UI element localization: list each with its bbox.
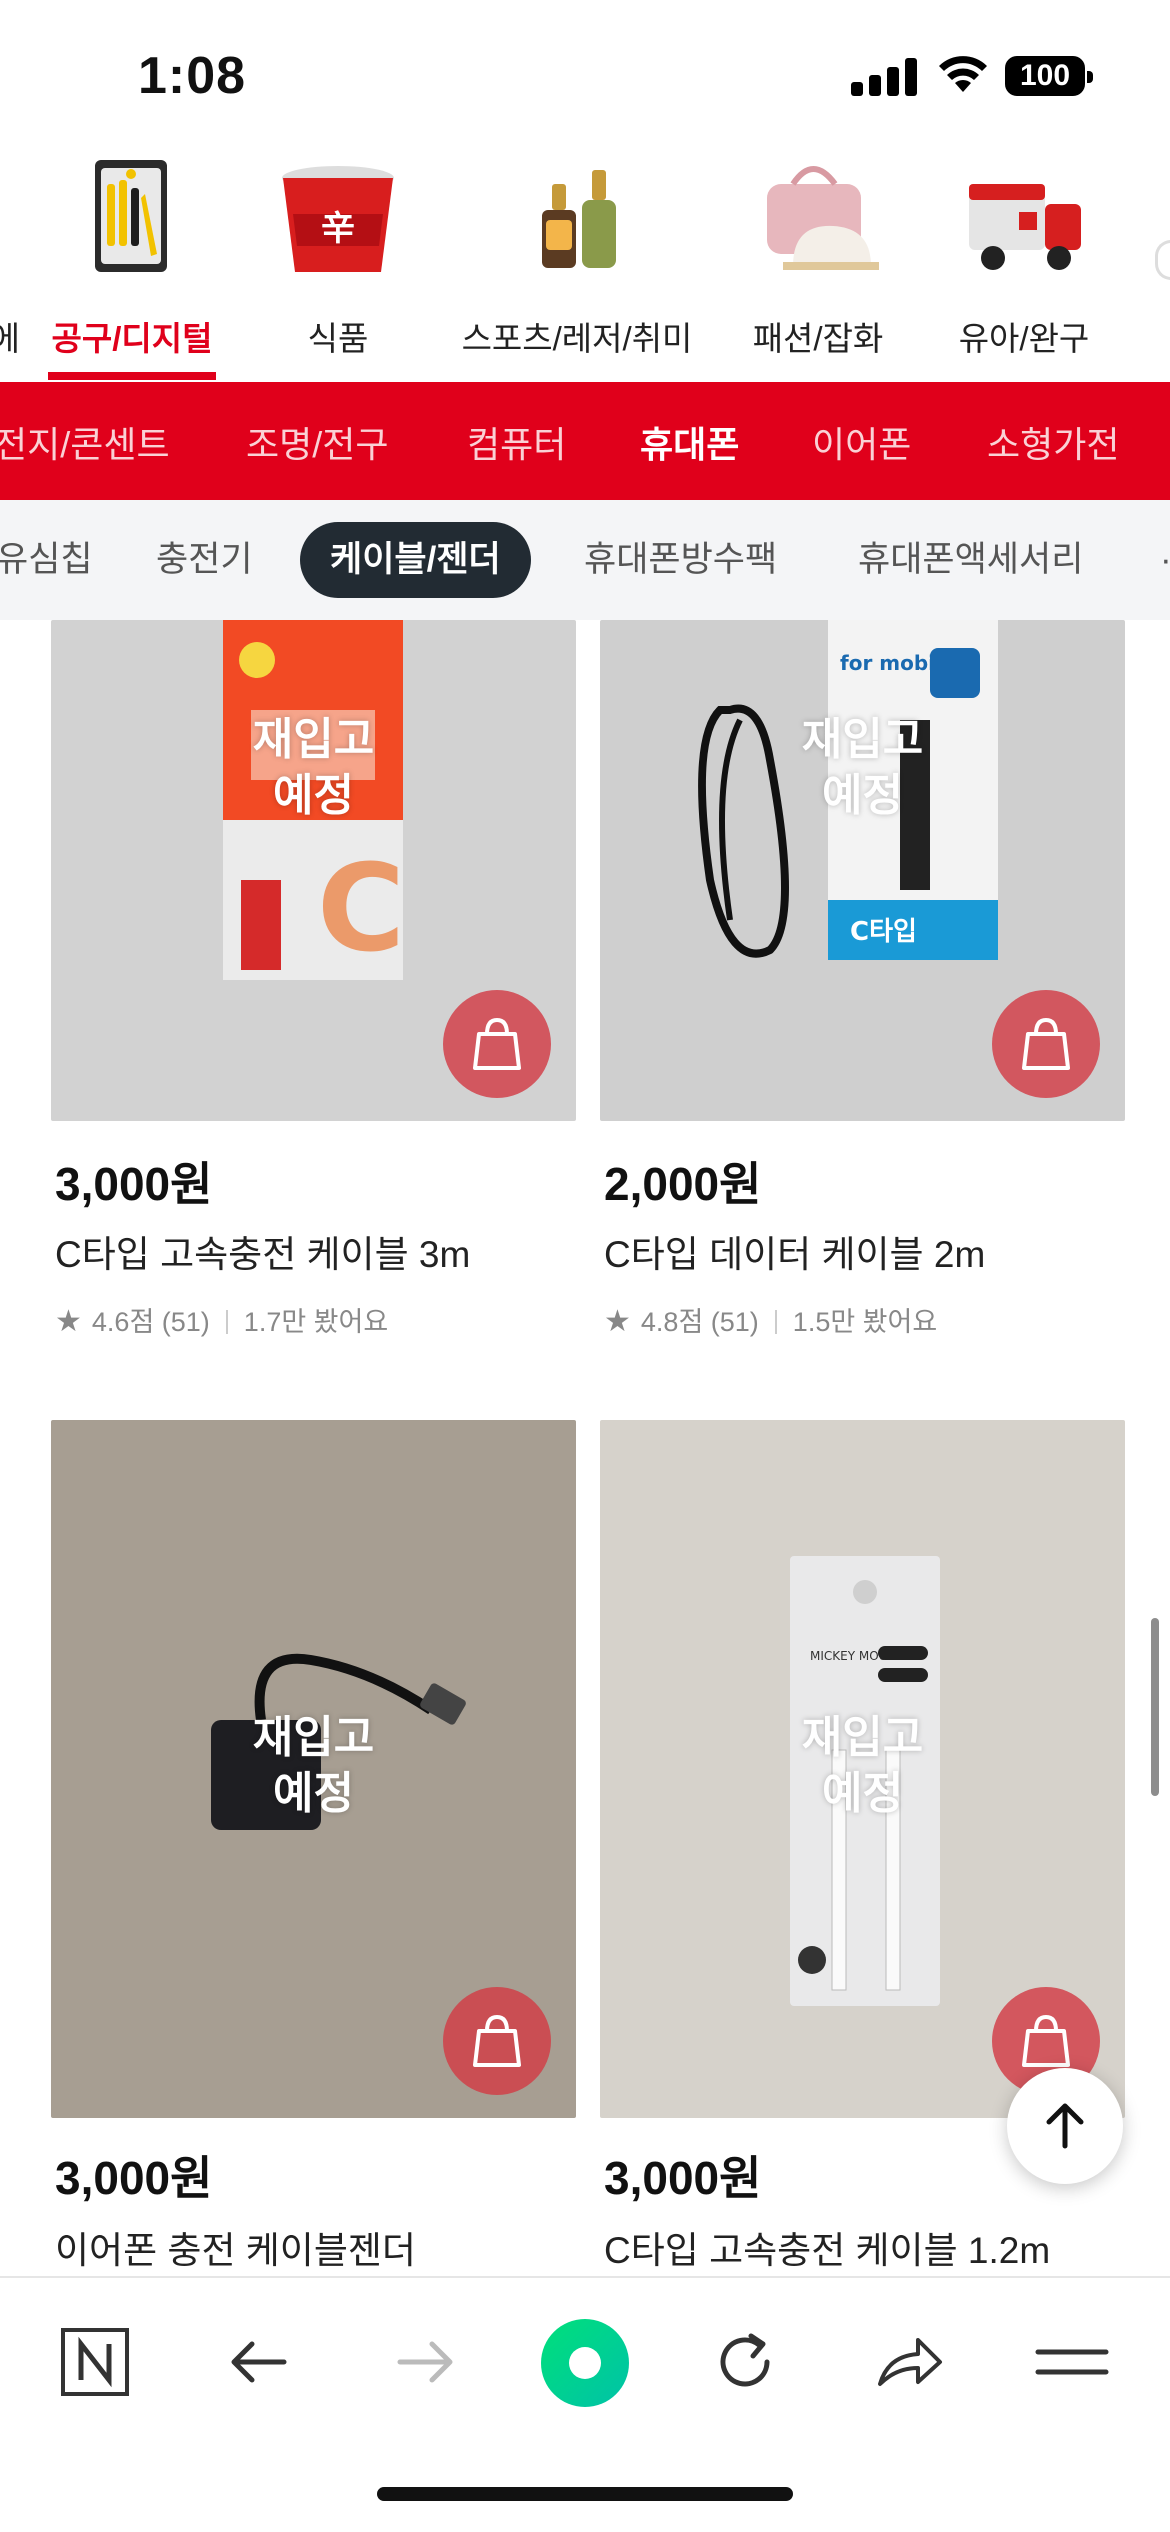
star-icon: ★ — [604, 1305, 631, 1338]
cellular-signal-icon — [851, 58, 917, 96]
filter-chip-row: 유심칩 충전기 케이블/젠더 휴대폰방수팩 휴대폰액세서리 · — [0, 500, 1170, 620]
product-price: 3,000원 — [55, 2152, 213, 2204]
shopping-bag-icon — [473, 1017, 521, 1070]
menu-icon[interactable] — [1032, 2322, 1112, 2402]
ramen-icon: 辛 — [282, 166, 394, 272]
chip-waterproof-pouch[interactable]: 휴대폰방수팩 — [584, 522, 777, 598]
restock-label: 재입고 예정 — [252, 1713, 375, 1818]
svg-text:C: C — [317, 840, 405, 979]
share-icon[interactable] — [868, 2322, 948, 2402]
category-row: 에 공구/디지털 辛 식품 스포츠/레저/취미 패션/잡화 유아/완구 — [0, 150, 1170, 382]
product-meta: ★ 4.6점 (51) 1.7만 봤어요 — [55, 1300, 388, 1339]
camping-lantern-icon — [542, 170, 616, 268]
category-label: 유아/완구 — [958, 320, 1090, 357]
back-arrow-icon[interactable] — [220, 2322, 300, 2402]
tab-computer[interactable]: 컴퓨터 — [467, 416, 566, 468]
restock-label: 재입고 예정 — [801, 1713, 924, 1818]
category-label: 식품 — [307, 320, 369, 357]
toy-truck-icon — [969, 184, 1081, 270]
product-price: 2,000원 — [604, 1158, 762, 1210]
product-image[interactable]: MICKEY MOUSE 재입고 예정 — [600, 1420, 1125, 2118]
category-item-food[interactable]: 辛 식품 — [268, 150, 408, 382]
product-rating: 4.6점 (51) — [91, 1307, 210, 1337]
product-name[interactable]: C타입 고속충전 케이블 3m — [55, 1224, 470, 1278]
category-label: 에 — [0, 320, 20, 357]
next-category-icon — [1155, 240, 1170, 280]
product-image[interactable]: for mobile C타입 재입고 예정 — [600, 620, 1125, 1121]
divider — [774, 1310, 777, 1334]
category-item-sports-leisure[interactable]: 스포츠/레저/취미 — [452, 150, 702, 382]
subcategory-nav: 전지/콘센트 조명/전구 컴퓨터 휴대폰 이어폰 소형가전 — [0, 382, 1170, 500]
category-item-fashion[interactable]: 패션/잡화 — [738, 150, 898, 382]
scroll-to-top-button[interactable] — [1007, 2068, 1123, 2184]
forward-arrow-icon[interactable] — [384, 2322, 464, 2402]
status-bar: 1:08 100 — [0, 0, 1170, 150]
scrollbar[interactable] — [1151, 1618, 1159, 1796]
product-views: 1.7만 봤어요 — [243, 1307, 389, 1337]
green-home-icon[interactable] — [540, 2318, 630, 2408]
product-views: 1.5만 봤어요 — [792, 1307, 938, 1337]
product-name[interactable]: 이어폰 충전 케이블젠더 — [55, 2220, 416, 2274]
product-grid: C 재입고 예정 3,000원 C타입 고속충전 케이블 3m ★ 4.6점 (5… — [0, 620, 1170, 2275]
shopping-bag-icon — [1022, 1017, 1070, 1070]
product-image[interactable]: 재입고 예정 — [51, 1420, 576, 2118]
active-category-indicator — [48, 372, 216, 380]
product-image[interactable]: C 재입고 예정 — [51, 620, 576, 1121]
product-name[interactable]: C타입 고속충전 케이블 1.2m — [604, 2220, 1050, 2274]
star-icon: ★ — [55, 1305, 82, 1338]
chip-phone-accessories[interactable]: 휴대폰액세서리 — [858, 522, 1083, 598]
product-name[interactable]: C타입 데이터 케이블 2m — [604, 1224, 985, 1278]
arrow-up-icon — [1046, 2103, 1084, 2149]
tab-mobile-phone[interactable]: 휴대폰 — [640, 416, 739, 468]
chip-more[interactable]: · — [1160, 522, 1170, 598]
shopping-bag-icon — [473, 2014, 521, 2067]
chip-usim[interactable]: 유심칩 — [0, 522, 93, 598]
category-label: 스포츠/레저/취미 — [461, 320, 693, 357]
tools-icon — [95, 160, 167, 272]
product-price: 3,000원 — [604, 2152, 762, 2204]
category-item-next[interactable] — [1155, 150, 1170, 382]
tab-battery-outlet[interactable]: 전지/콘센트 — [0, 416, 170, 468]
add-to-cart-button[interactable] — [443, 1987, 551, 2095]
home-indicator[interactable] — [377, 2487, 793, 2501]
battery-icon: 100 — [1005, 56, 1093, 96]
bag-hat-icon — [767, 166, 879, 270]
divider — [225, 1310, 228, 1334]
category-item-kids-toys[interactable]: 유아/완구 — [944, 150, 1104, 382]
svg-text:辛: 辛 — [321, 209, 355, 249]
restock-label: 재입고 예정 — [252, 715, 375, 820]
product-meta: ★ 4.8점 (51) 1.5만 봤어요 — [604, 1300, 937, 1339]
chip-charger[interactable]: 충전기 — [156, 522, 253, 598]
package-badge: C타입 — [850, 917, 917, 947]
naver-n-icon[interactable] — [55, 2322, 135, 2402]
product-price: 3,000원 — [55, 1158, 213, 1210]
tab-small-appliances[interactable]: 소형가전 — [987, 416, 1119, 468]
category-item-tools-digital[interactable]: 공구/디지털 — [48, 150, 216, 382]
chip-cable-gender[interactable]: 케이블/젠더 — [300, 522, 531, 598]
status-time: 1:08 — [138, 47, 247, 105]
refresh-icon[interactable] — [705, 2322, 785, 2402]
tab-lighting[interactable]: 조명/전구 — [246, 416, 388, 468]
category-item-previous[interactable]: 에 — [0, 150, 20, 382]
tab-earphones[interactable]: 이어폰 — [812, 416, 911, 468]
category-label: 패션/잡화 — [752, 320, 884, 357]
wifi-icon — [939, 56, 987, 92]
product-rating: 4.8점 (51) — [640, 1307, 759, 1337]
add-to-cart-button[interactable] — [992, 990, 1100, 1098]
add-to-cart-button[interactable] — [443, 990, 551, 1098]
restock-label: 재입고 예정 — [801, 715, 924, 820]
category-label: 공구/디지털 — [51, 320, 213, 357]
